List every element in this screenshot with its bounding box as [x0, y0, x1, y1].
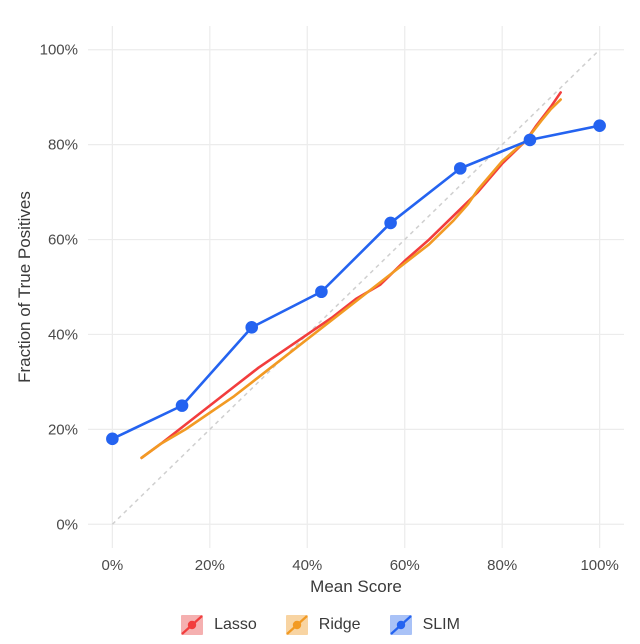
legend-swatch-icon — [180, 614, 204, 636]
series-point-slim — [385, 217, 397, 229]
legend-swatch-icon — [285, 614, 309, 636]
legend-label: Lasso — [214, 616, 257, 634]
y-tick-label: 80% — [48, 137, 78, 154]
chart-svg: 0% 20% 40% 60% 80% 100% 0% 20% 40% 60% 80% 100% Mean… — [0, 0, 640, 644]
y-tick-label: 0% — [56, 516, 78, 533]
legend-swatch-icon — [389, 614, 413, 636]
y-tick-label: 60% — [48, 232, 78, 249]
identity-line — [112, 50, 599, 525]
series-line-lasso — [142, 92, 561, 457]
x-tick-label: 40% — [292, 557, 322, 574]
series-line-slim — [112, 126, 599, 439]
series-point-slim — [524, 134, 536, 146]
x-tick-label: 0% — [102, 557, 124, 574]
legend: Lasso Ridge SLIM — [0, 614, 640, 636]
x-tick-label: 20% — [195, 557, 225, 574]
y-axis-label: Fraction of True Positives — [15, 191, 34, 383]
calibration-chart: 0% 20% 40% 60% 80% 100% 0% 20% 40% 60% 80% 100% Mean… — [0, 0, 640, 644]
x-tick-label: 60% — [390, 557, 420, 574]
series-point-slim — [176, 400, 188, 412]
series-point-slim — [316, 286, 328, 298]
legend-item-slim: SLIM — [389, 614, 460, 636]
legend-label: SLIM — [423, 616, 460, 634]
x-tick-label: 80% — [487, 557, 517, 574]
legend-item-lasso: Lasso — [180, 614, 257, 636]
legend-label: Ridge — [319, 616, 361, 634]
series-point-slim — [454, 163, 466, 175]
series-point-slim — [594, 120, 606, 132]
series-point-slim — [246, 322, 258, 334]
y-tick-label: 20% — [48, 421, 78, 438]
x-tick-label: 100% — [580, 557, 618, 574]
series-point-slim — [107, 433, 119, 445]
legend-item-ridge: Ridge — [285, 614, 361, 636]
y-tick-label: 40% — [48, 326, 78, 343]
x-axis-label: Mean Score — [310, 577, 402, 596]
y-tick-label: 100% — [40, 42, 78, 59]
